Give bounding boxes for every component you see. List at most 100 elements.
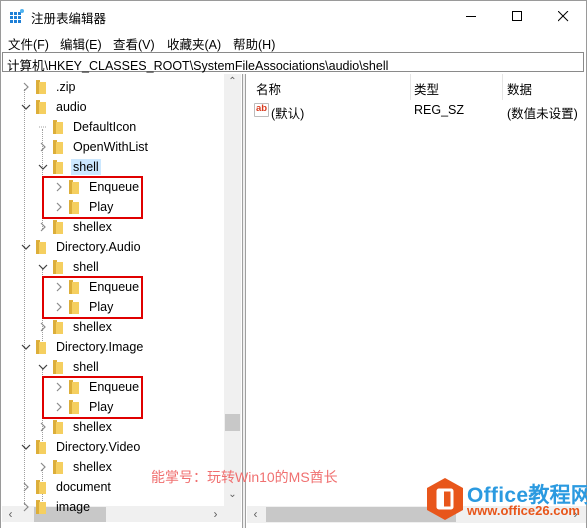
value-data: (数值未设置)	[507, 107, 578, 121]
close-button[interactable]	[540, 1, 586, 31]
chevron-down-icon[interactable]	[20, 241, 32, 253]
tree-node[interactable]: .zip	[20, 77, 77, 97]
menu-bar: 文件(F) 编辑(E) 查看(V) 收藏夹(A) 帮助(H)	[1, 31, 586, 53]
folder-icon	[36, 340, 46, 354]
value-row[interactable]: ab (默认) REG_SZ (数值未设置)	[247, 101, 586, 121]
minimize-icon	[465, 15, 476, 17]
tree-guide-line	[24, 89, 25, 522]
value-type: REG_SZ	[414, 103, 465, 117]
folder-icon	[36, 480, 46, 494]
menu-file[interactable]: 文件(F)	[8, 34, 49, 53]
chevron-right-icon[interactable]	[37, 321, 49, 333]
highlight-box	[42, 376, 143, 419]
tree-node[interactable]: Directory.Audio	[20, 237, 143, 257]
folder-icon	[53, 420, 63, 434]
tree-node-label: shellex	[73, 420, 112, 434]
chevron-down-icon[interactable]	[37, 361, 49, 373]
maximize-button[interactable]	[494, 1, 540, 31]
tree-node-label: shellex	[73, 460, 112, 474]
tree-node-label: image	[56, 500, 91, 514]
tree-node-label: .zip	[56, 80, 76, 94]
chevron-right-icon[interactable]	[37, 221, 49, 233]
pane-splitter[interactable]	[242, 74, 246, 528]
watermark-text: 能掌号：玩转Win10的MS酋长	[151, 469, 338, 485]
tree-node[interactable]: image	[20, 497, 92, 517]
tree-node-label: DefaultIcon	[73, 120, 137, 134]
column-divider[interactable]	[502, 74, 503, 100]
tree-node-label: Directory.Audio	[56, 240, 141, 254]
tree-node[interactable]: shell	[37, 157, 101, 177]
chevron-right-icon[interactable]	[20, 501, 32, 513]
menu-edit[interactable]: 编辑(E)	[60, 34, 102, 53]
minimize-button[interactable]	[448, 1, 494, 31]
scroll-down-icon[interactable]: ⌄	[224, 489, 241, 500]
tree-node[interactable]: shellex	[37, 317, 114, 337]
folder-icon	[53, 160, 63, 174]
tree-node-label: shellex	[73, 220, 112, 234]
folder-icon	[53, 320, 63, 334]
menu-help[interactable]: 帮助(H)	[233, 34, 275, 53]
tree-node[interactable]: Directory.Image	[20, 337, 145, 357]
folder-icon	[53, 460, 63, 474]
window-title: 注册表编辑器	[31, 12, 107, 26]
tree-node[interactable]: DefaultIcon	[37, 117, 138, 137]
chevron-down-icon[interactable]	[37, 261, 49, 273]
title-bar[interactable]: 注册表编辑器	[1, 1, 586, 31]
chevron-right-icon[interactable]	[37, 461, 49, 473]
chevron-down-icon[interactable]	[20, 341, 32, 353]
scroll-corner	[224, 506, 241, 522]
tree-node[interactable]: shell	[37, 357, 101, 377]
chevron-down-icon[interactable]	[37, 161, 49, 173]
column-header-name[interactable]: 名称	[256, 79, 281, 98]
scroll-right-icon[interactable]: ›	[207, 507, 224, 521]
column-header-type[interactable]: 类型	[414, 79, 439, 98]
tree-node[interactable]: shell	[37, 257, 101, 277]
registry-tree: ⌃ ⌄ ‹ › .zip audio DefaultIcon OpenWithList…	[2, 74, 241, 522]
folder-icon	[53, 140, 63, 154]
tree-node[interactable]: shellex	[37, 217, 114, 237]
tree-node[interactable]: shellex	[37, 457, 114, 477]
address-bar[interactable]: 计算机\HKEY_CLASSES_ROOT\SystemFileAssociat…	[2, 52, 584, 73]
scroll-left-icon[interactable]: ‹	[2, 507, 19, 521]
scroll-up-icon[interactable]: ⌃	[224, 76, 241, 87]
tree-node[interactable]: audio	[20, 97, 89, 117]
folder-icon	[36, 240, 46, 254]
folder-icon	[53, 260, 63, 274]
chevron-right-icon[interactable]	[20, 81, 32, 93]
folder-icon	[53, 120, 63, 134]
column-divider[interactable]	[410, 74, 411, 100]
chevron-right-icon[interactable]	[20, 481, 32, 493]
office26-logo: Office教程网 www.office26.com	[425, 477, 587, 521]
highlight-box	[42, 276, 143, 319]
tree-node-label: shell	[71, 159, 101, 175]
close-icon	[557, 10, 568, 21]
chevron-down-icon[interactable]	[20, 101, 32, 113]
folder-icon	[36, 100, 46, 114]
tree-node[interactable]: shellex	[37, 417, 114, 437]
folder-icon	[36, 80, 46, 94]
tree-vscroll-thumb[interactable]	[225, 414, 240, 431]
column-header-data[interactable]: 数据	[507, 79, 532, 98]
tree-node[interactable]: OpenWithList	[37, 137, 150, 157]
menu-favorites[interactable]: 收藏夹(A)	[167, 34, 221, 53]
regedit-app-icon	[10, 9, 24, 23]
folder-icon	[36, 440, 46, 454]
maximize-icon	[511, 10, 522, 21]
menu-view[interactable]: 查看(V)	[113, 34, 155, 53]
tree-node-label: shellex	[73, 320, 112, 334]
folder-icon	[53, 360, 63, 374]
values-list: 名称 类型 数据 ab (默认) REG_SZ (数值未设置) ‹ ›	[247, 74, 586, 528]
chevron-down-icon[interactable]	[20, 441, 32, 453]
folder-icon	[36, 500, 46, 514]
tree-node[interactable]: document	[20, 477, 113, 497]
logo-url: www.office26.com	[467, 503, 580, 518]
office-hex-icon	[427, 478, 463, 520]
tree-node-label: Directory.Video	[56, 440, 141, 454]
scroll-left-icon[interactable]: ‹	[247, 507, 264, 521]
chevron-right-icon[interactable]	[37, 141, 49, 153]
tree-node[interactable]: Directory.Video	[20, 437, 142, 457]
tree-vertical-scrollbar[interactable]: ⌃ ⌄	[224, 74, 241, 506]
tree-node-label: audio	[56, 100, 87, 114]
chevron-right-icon[interactable]	[37, 421, 49, 433]
address-path: 计算机\HKEY_CLASSES_ROOT\SystemFileAssociat…	[7, 59, 389, 73]
